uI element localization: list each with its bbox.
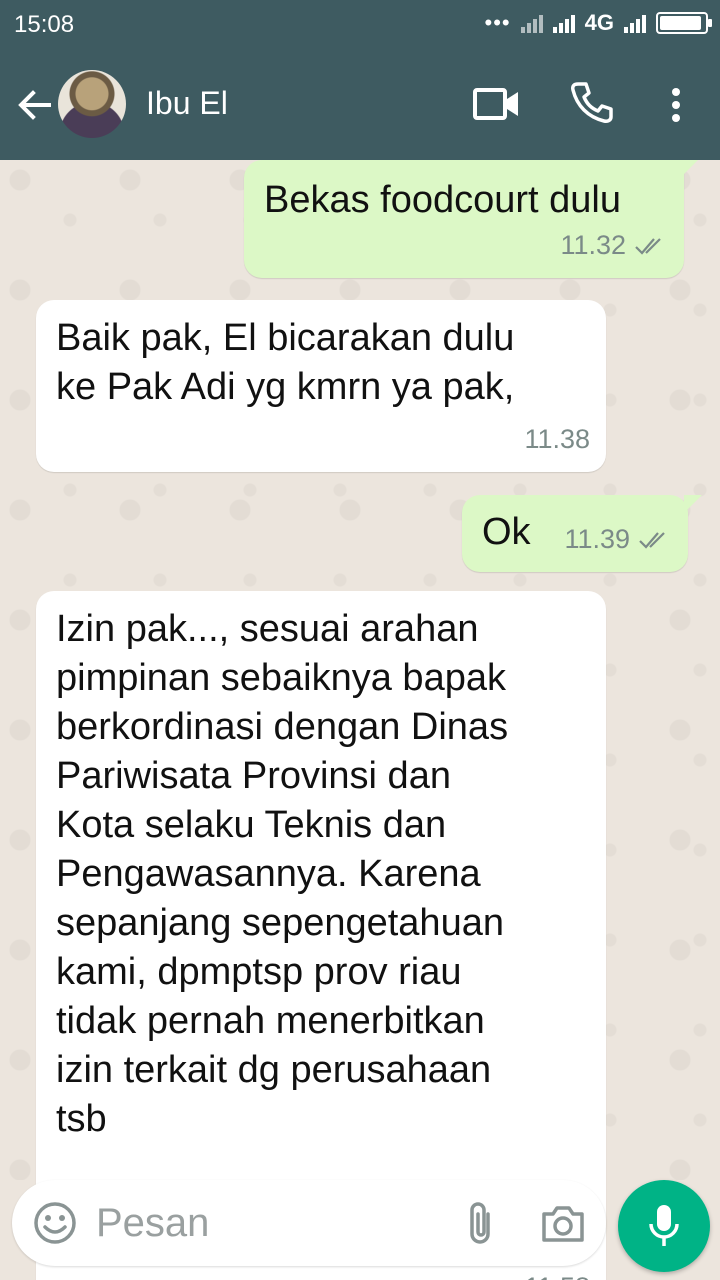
- status-time: 15:08: [14, 11, 75, 38]
- network-type-label: 4G: [584, 10, 614, 35]
- message-meta: 11.39: [564, 515, 672, 564]
- status-bar: 15:08 ••• 4G: [0, 0, 720, 50]
- phone-icon: [571, 82, 613, 123]
- message-bubble-outgoing[interactable]: Bekas foodcourt dulu 11.32: [244, 160, 698, 278]
- composer-bar: [0, 1180, 720, 1280]
- read-ticks-icon: [635, 237, 661, 255]
- message-time: 11.38: [524, 424, 590, 454]
- message-text: Baik pak, El bicarakan dulu ke Pak Adi y…: [56, 317, 515, 408]
- message-list[interactable]: Bekas foodcourt dulu 11.32 Baik pak, El …: [0, 160, 720, 1280]
- paperclip-icon: [470, 1202, 490, 1244]
- attach-button[interactable]: [460, 1200, 500, 1248]
- notification-dots-icon: •••: [484, 10, 511, 35]
- message-bubble-outgoing[interactable]: Ok 11.39: [462, 495, 702, 572]
- signal-strength-2-icon: [624, 13, 646, 33]
- more-vert-icon: [672, 88, 680, 122]
- message-text: Bekas foodcourt dulu: [264, 179, 622, 221]
- battery-icon: [656, 12, 712, 34]
- message-time: 11.32: [560, 230, 626, 260]
- message-time: 11.39: [564, 524, 630, 554]
- back-button[interactable]: [10, 80, 60, 130]
- overflow-menu-button[interactable]: [660, 80, 692, 130]
- message-meta: 11.32: [560, 221, 668, 270]
- signal-icon: [520, 13, 543, 33]
- read-ticks-icon: [639, 531, 665, 549]
- emoji-icon: [34, 1202, 76, 1244]
- video-call-icon: [473, 88, 518, 120]
- contact-name[interactable]: Ibu El: [146, 85, 228, 122]
- voice-call-button[interactable]: [568, 78, 616, 126]
- camera-button[interactable]: [540, 1202, 586, 1244]
- signal-strength-icon: [552, 13, 575, 33]
- composer: [12, 1180, 606, 1266]
- battery-fill: [660, 16, 701, 30]
- chat-header: Ibu El: [0, 50, 720, 160]
- voice-message-button[interactable]: [618, 1180, 710, 1272]
- arrow-left-icon: [18, 90, 51, 120]
- message-text: Izin pak..., sesuai arahan pimpinan seba…: [56, 608, 509, 1140]
- contact-avatar[interactable]: [58, 70, 126, 138]
- status-icons: ••• 4G: [484, 10, 712, 36]
- message-bubble-incoming[interactable]: Baik pak, El bicarakan dulu ke Pak Adi y…: [36, 300, 606, 472]
- video-call-button[interactable]: [472, 82, 522, 126]
- message-meta: 11.38: [524, 415, 590, 464]
- message-bubble-incoming[interactable]: Izin pak..., sesuai arahan pimpinan seba…: [36, 591, 606, 1280]
- emoji-button[interactable]: [32, 1200, 78, 1246]
- camera-icon: [542, 1206, 584, 1242]
- mic-icon: [649, 1205, 679, 1246]
- message-input[interactable]: [96, 1196, 446, 1250]
